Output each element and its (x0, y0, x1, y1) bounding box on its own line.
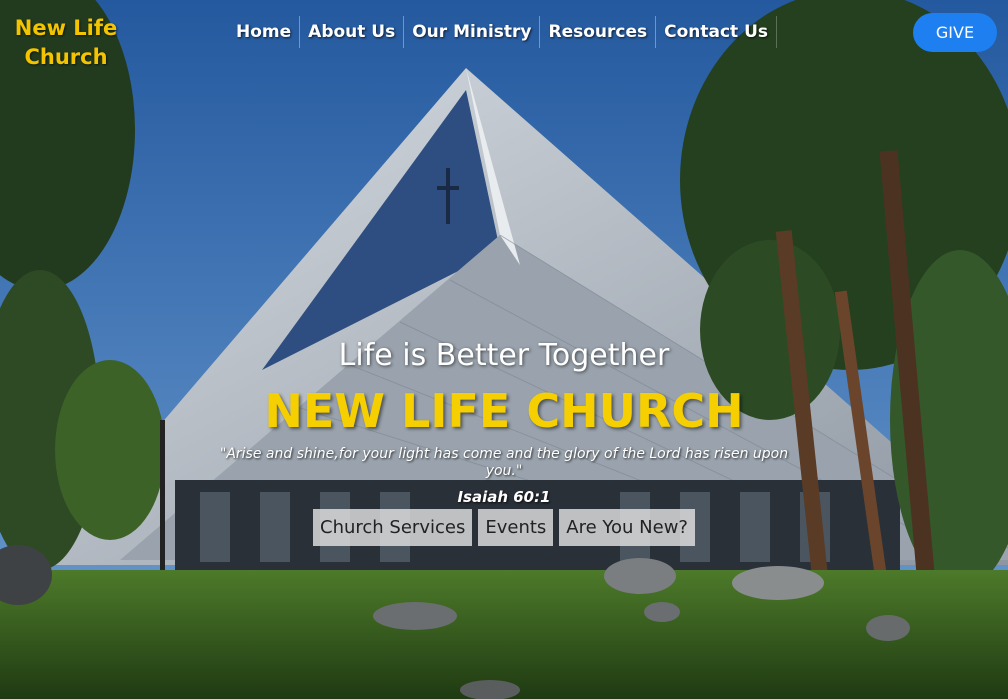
events-button[interactable]: Events (478, 509, 554, 546)
logo-line-1: New Life (14, 16, 118, 40)
nav-contact-us[interactable]: Contact Us (656, 16, 778, 48)
main-nav: Home About Us Our Ministry Resources Con… (228, 16, 778, 48)
give-button[interactable]: GIVE (913, 13, 997, 52)
nav-our-ministry[interactable]: Our Ministry (404, 16, 541, 48)
logo-line-2: Church (24, 45, 108, 69)
church-logo[interactable]: New Life Church (10, 14, 122, 72)
hero-tagline: Life is Better Together (338, 338, 670, 373)
nav-about-us[interactable]: About Us (300, 16, 405, 48)
nav-home[interactable]: Home (228, 16, 301, 48)
hero-verse-reference: Isaiah 60:1 (457, 488, 551, 506)
hero-verse: "Arise and shine,for your light has come… (219, 446, 789, 479)
hero-buttons: Church Services Events Are You New? (0, 509, 1008, 546)
nav-resources[interactable]: Resources (540, 16, 657, 48)
hero-title: NEW LIFE CHURCH (264, 384, 744, 438)
church-services-button[interactable]: Church Services (313, 509, 473, 546)
are-you-new-button[interactable]: Are You New? (559, 509, 695, 546)
